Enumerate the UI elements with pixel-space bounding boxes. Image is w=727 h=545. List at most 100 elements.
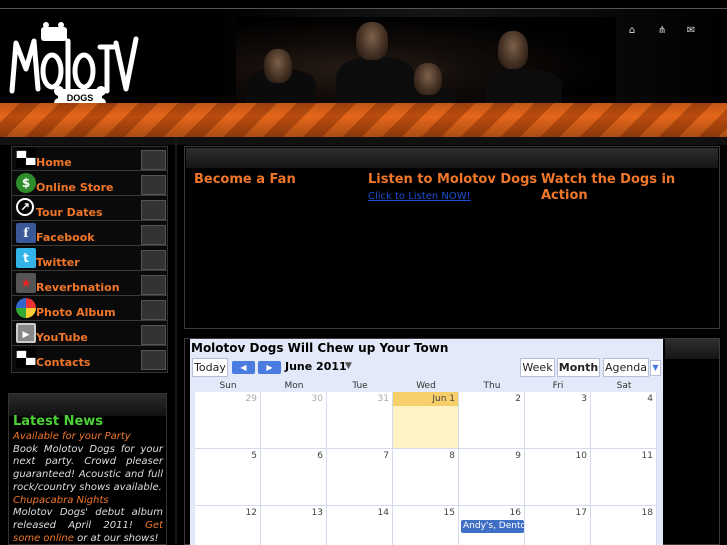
nav-item-contacts[interactable]: ▀▄ Contacts bbox=[12, 347, 167, 371]
day-number[interactable]: 6 bbox=[261, 449, 326, 463]
day-cell[interactable]: 2 bbox=[459, 392, 525, 449]
calendar-title: Molotov Dogs Will Chew up Your Town bbox=[191, 341, 449, 355]
day-number[interactable]: 3 bbox=[525, 392, 590, 406]
nav-label-tour-dates[interactable]: Tour Dates bbox=[36, 206, 103, 219]
nav-label-photo-album[interactable]: Photo Album bbox=[36, 306, 116, 319]
day-number[interactable]: 16 bbox=[459, 506, 524, 520]
day-cell[interactable]: 3 bbox=[525, 392, 591, 449]
nav-item-online-store[interactable]: $ Online Store bbox=[12, 172, 167, 196]
nav-box bbox=[141, 300, 166, 320]
day-cell[interactable]: 6 bbox=[261, 449, 327, 506]
header-divider bbox=[0, 137, 727, 145]
day-cell[interactable]: 10 bbox=[525, 449, 591, 506]
day-cell[interactable]: 31 bbox=[327, 392, 393, 449]
nav-item-tour-dates[interactable]: ↗ Tour Dates bbox=[12, 197, 167, 221]
current-month-label[interactable]: June 2011 bbox=[285, 360, 347, 373]
listen-now-link[interactable]: Click to Listen NOW! bbox=[368, 191, 471, 202]
mail-icon[interactable]: ✉ bbox=[684, 25, 698, 37]
day-number[interactable]: 10 bbox=[525, 449, 590, 463]
day-number[interactable]: 2 bbox=[459, 392, 524, 406]
nav-box bbox=[141, 175, 166, 195]
day-number[interactable]: Jun 1 bbox=[393, 392, 458, 406]
sitemap-icon[interactable]: ⋔ bbox=[655, 25, 669, 37]
nav-label-twitter[interactable]: Twitter bbox=[36, 256, 80, 269]
day-cell[interactable]: 8 bbox=[393, 449, 459, 506]
dog-icon: ▀▄ bbox=[16, 148, 36, 168]
day-cell[interactable]: 18 bbox=[591, 506, 657, 545]
nav-box bbox=[141, 150, 166, 170]
day-number[interactable]: 15 bbox=[393, 506, 458, 520]
nav-item-youtube[interactable]: ▶ YouTube bbox=[12, 322, 167, 346]
nav-label-facebook[interactable]: Facebook bbox=[36, 231, 95, 244]
day-cell[interactable]: 9 bbox=[459, 449, 525, 506]
day-of-week-header: Wed bbox=[416, 381, 436, 391]
day-cell[interactable]: 5 bbox=[195, 449, 261, 506]
news-item-heading[interactable]: Available for your Party bbox=[13, 431, 163, 444]
week-view-tab[interactable]: Week bbox=[520, 358, 555, 377]
month-view-tab[interactable]: Month bbox=[557, 358, 600, 377]
day-number[interactable]: 30 bbox=[261, 392, 326, 406]
day-number[interactable]: 31 bbox=[327, 392, 392, 406]
news-item-text: Book Molotov Dogs for your next party. C… bbox=[13, 443, 163, 493]
day-number[interactable]: 4 bbox=[591, 392, 656, 406]
today-button[interactable]: Today bbox=[192, 358, 228, 377]
day-of-week-header: Fri bbox=[552, 381, 564, 391]
chevron-down-icon[interactable]: ▼ bbox=[650, 360, 661, 376]
home-icon[interactable]: ⌂ bbox=[625, 25, 639, 37]
day-cell[interactable]: 30 bbox=[261, 392, 327, 449]
latest-news-panel: Latest News Available for your Party Boo… bbox=[8, 393, 167, 545]
nav-item-facebook[interactable]: f Facebook bbox=[12, 222, 167, 246]
day-cell[interactable]: 14 bbox=[327, 506, 393, 545]
calendar-event[interactable]: Andy's, Dento bbox=[461, 520, 524, 533]
day-number[interactable]: 7 bbox=[327, 449, 392, 463]
chevron-down-icon[interactable]: ▼ bbox=[345, 361, 352, 371]
nav-item-reverbnation[interactable]: ★ Reverbnation bbox=[12, 272, 167, 296]
day-cell[interactable]: 7 bbox=[327, 449, 393, 506]
nav-label-home[interactable]: Home bbox=[36, 156, 72, 169]
day-cell[interactable]: 17 bbox=[525, 506, 591, 545]
day-number[interactable]: 11 bbox=[591, 449, 656, 463]
molotov-dogs-logo[interactable]: DOGS bbox=[8, 21, 140, 107]
day-of-week-header: Mon bbox=[284, 381, 304, 391]
day-number[interactable]: 8 bbox=[393, 449, 458, 463]
day-cell[interactable]: 12 bbox=[195, 506, 261, 545]
day-cell[interactable]: 4 bbox=[591, 392, 657, 449]
day-cell[interactable]: 15 bbox=[393, 506, 459, 545]
day-number[interactable]: 5 bbox=[195, 449, 260, 463]
day-number[interactable]: 9 bbox=[459, 449, 524, 463]
news-body: Available for your Party Book Molotov Do… bbox=[13, 431, 163, 544]
day-cell[interactable]: 16 Andy's, Dento bbox=[459, 506, 525, 545]
day-number[interactable]: 17 bbox=[525, 506, 590, 520]
band-photo bbox=[236, 17, 616, 109]
sidebar-nav: ▀▄ Home $ Online Store ↗ Tour Dates f Fa… bbox=[11, 146, 168, 373]
nav-item-home[interactable]: ▀▄ Home bbox=[12, 147, 167, 171]
listen-title[interactable]: Listen to Molotov Dogs bbox=[368, 172, 538, 188]
watch-title[interactable]: Watch the Dogs in Action bbox=[541, 172, 711, 204]
day-number[interactable]: 12 bbox=[195, 506, 260, 520]
clock-icon: ↗ bbox=[16, 198, 34, 216]
day-cell[interactable]: 11 bbox=[591, 449, 657, 506]
day-number[interactable]: 29 bbox=[195, 392, 260, 406]
day-of-week-header: Tue bbox=[352, 381, 368, 391]
day-cell[interactable]: 29 bbox=[195, 392, 261, 449]
news-item-text: Molotov Dogs' debut album released April… bbox=[13, 507, 163, 531]
google-calendar: Molotov Dogs Will Chew up Your Town Toda… bbox=[190, 339, 663, 545]
agenda-view-tab[interactable]: Agenda bbox=[603, 358, 649, 377]
nav-item-twitter[interactable]: t Twitter bbox=[12, 247, 167, 271]
calendar-panel-bar bbox=[665, 339, 719, 359]
become-a-fan-title[interactable]: Become a Fan bbox=[194, 172, 354, 188]
day-cell-today[interactable]: Jun 1 bbox=[393, 392, 459, 449]
nav-label-youtube[interactable]: YouTube bbox=[36, 331, 88, 344]
nav-label-online-store[interactable]: Online Store bbox=[36, 181, 113, 194]
nav-label-reverbnation[interactable]: Reverbnation bbox=[36, 281, 120, 294]
day-number[interactable]: 13 bbox=[261, 506, 326, 520]
news-item-heading[interactable]: Chupacabra Nights bbox=[13, 495, 163, 508]
nav-label-contacts[interactable]: Contacts bbox=[36, 356, 90, 369]
next-month-icon[interactable]: ▶ bbox=[258, 361, 281, 374]
day-number[interactable]: 14 bbox=[327, 506, 392, 520]
day-cell[interactable]: 13 bbox=[261, 506, 327, 545]
day-number[interactable]: 18 bbox=[591, 506, 656, 520]
nav-item-photo-album[interactable]: Photo Album bbox=[12, 297, 167, 321]
day-of-week-header: Sun bbox=[219, 381, 237, 391]
prev-month-icon[interactable]: ◀ bbox=[232, 361, 255, 374]
